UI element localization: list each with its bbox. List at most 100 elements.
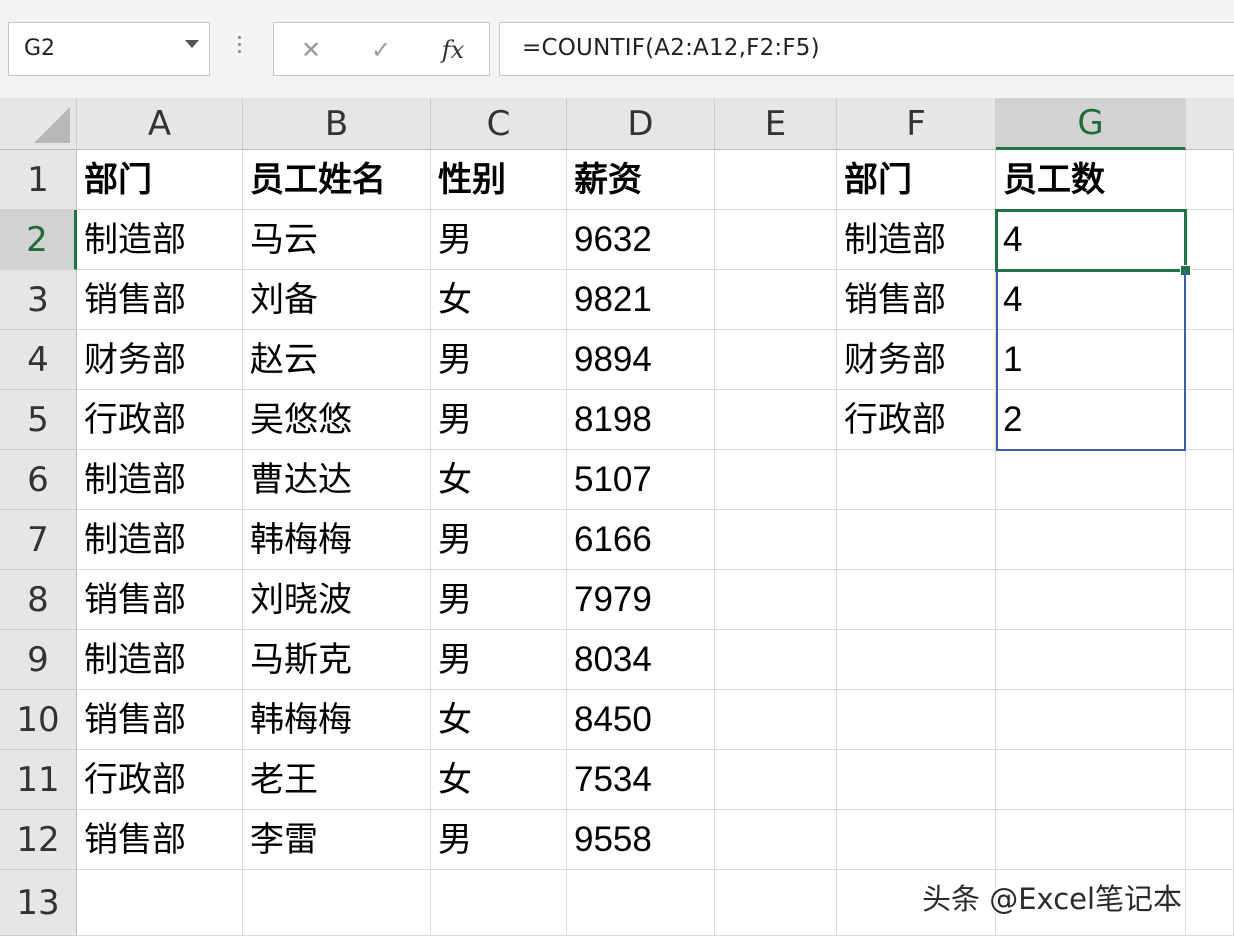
cell-e1[interactable] [715, 150, 837, 210]
cell-b13[interactable] [243, 870, 431, 936]
cell-g1[interactable]: 员工数 [996, 150, 1186, 210]
cell-h13[interactable] [1186, 870, 1234, 936]
cell-c8[interactable]: 男 [431, 570, 567, 630]
cell-d5[interactable]: 8198 [567, 390, 715, 450]
cell-h12[interactable] [1186, 810, 1234, 870]
cell-f6[interactable] [837, 450, 996, 510]
cell-e4[interactable] [715, 330, 837, 390]
cell-d1[interactable]: 薪资 [567, 150, 715, 210]
row-header-3[interactable]: 3 [0, 270, 77, 330]
cell-e7[interactable] [715, 510, 837, 570]
insert-function-icon[interactable]: fx [434, 31, 472, 69]
cell-h7[interactable] [1186, 510, 1234, 570]
row-header-11[interactable]: 11 [0, 750, 77, 810]
cell-h11[interactable] [1186, 750, 1234, 810]
cell-g9[interactable] [996, 630, 1186, 690]
row-header-12[interactable]: 12 [0, 810, 77, 870]
cell-d11[interactable]: 7534 [567, 750, 715, 810]
cell-g10[interactable] [996, 690, 1186, 750]
cell-g12[interactable] [996, 810, 1186, 870]
cell-c7[interactable]: 男 [431, 510, 567, 570]
cell-b1[interactable]: 员工姓名 [243, 150, 431, 210]
cell-h4[interactable] [1186, 330, 1234, 390]
row-header-13[interactable]: 13 [0, 870, 77, 936]
cell-a4[interactable]: 财务部 [77, 330, 243, 390]
cell-c12[interactable]: 男 [431, 810, 567, 870]
cell-b5[interactable]: 吴悠悠 [243, 390, 431, 450]
cell-d4[interactable]: 9894 [567, 330, 715, 390]
cell-d8[interactable]: 7979 [567, 570, 715, 630]
cell-e6[interactable] [715, 450, 837, 510]
cell-b7[interactable]: 韩梅梅 [243, 510, 431, 570]
cell-e3[interactable] [715, 270, 837, 330]
cell-e13[interactable] [715, 870, 837, 936]
cell-f1[interactable]: 部门 [837, 150, 996, 210]
cell-f10[interactable] [837, 690, 996, 750]
formula-input[interactable]: =COUNTIF(A2:A12,F2:F5) [499, 22, 1234, 76]
cell-a7[interactable]: 制造部 [77, 510, 243, 570]
select-all-button[interactable] [0, 98, 77, 150]
cell-c10[interactable]: 女 [431, 690, 567, 750]
cell-h1[interactable] [1186, 150, 1234, 210]
chevron-down-icon[interactable] [185, 40, 199, 48]
column-header-c[interactable]: C [431, 98, 567, 150]
row-header-2[interactable]: 2 [0, 210, 77, 270]
cell-b6[interactable]: 曹达达 [243, 450, 431, 510]
cell-a2[interactable]: 制造部 [77, 210, 243, 270]
cell-c11[interactable]: 女 [431, 750, 567, 810]
cell-b10[interactable]: 韩梅梅 [243, 690, 431, 750]
cell-f11[interactable] [837, 750, 996, 810]
cell-c6[interactable]: 女 [431, 450, 567, 510]
cell-b12[interactable]: 李雷 [243, 810, 431, 870]
cell-f2[interactable]: 制造部 [837, 210, 996, 270]
row-header-7[interactable]: 7 [0, 510, 77, 570]
column-header-blank[interactable] [1186, 98, 1234, 150]
cell-h8[interactable] [1186, 570, 1234, 630]
cell-d10[interactable]: 8450 [567, 690, 715, 750]
cell-a9[interactable]: 制造部 [77, 630, 243, 690]
cell-e2[interactable] [715, 210, 837, 270]
cell-b8[interactable]: 刘晓波 [243, 570, 431, 630]
cell-g6[interactable] [996, 450, 1186, 510]
cell-a1[interactable]: 部门 [77, 150, 243, 210]
cell-d13[interactable] [567, 870, 715, 936]
column-header-g[interactable]: G [996, 98, 1186, 150]
cell-d12[interactable]: 9558 [567, 810, 715, 870]
cell-h6[interactable] [1186, 450, 1234, 510]
cell-a10[interactable]: 销售部 [77, 690, 243, 750]
cell-a8[interactable]: 销售部 [77, 570, 243, 630]
cell-g11[interactable] [996, 750, 1186, 810]
cell-d9[interactable]: 8034 [567, 630, 715, 690]
cell-b11[interactable]: 老王 [243, 750, 431, 810]
column-header-a[interactable]: A [77, 98, 243, 150]
cell-e5[interactable] [715, 390, 837, 450]
cell-c9[interactable]: 男 [431, 630, 567, 690]
column-header-d[interactable]: D [567, 98, 715, 150]
cell-f3[interactable]: 销售部 [837, 270, 996, 330]
cell-c3[interactable]: 女 [431, 270, 567, 330]
cell-h3[interactable] [1186, 270, 1234, 330]
cell-h10[interactable] [1186, 690, 1234, 750]
cell-f8[interactable] [837, 570, 996, 630]
cell-d7[interactable]: 6166 [567, 510, 715, 570]
cell-e8[interactable] [715, 570, 837, 630]
cell-d6[interactable]: 5107 [567, 450, 715, 510]
cell-f4[interactable]: 财务部 [837, 330, 996, 390]
cell-b4[interactable]: 赵云 [243, 330, 431, 390]
cell-e12[interactable] [715, 810, 837, 870]
cell-g7[interactable] [996, 510, 1186, 570]
cell-e10[interactable] [715, 690, 837, 750]
cell-b3[interactable]: 刘备 [243, 270, 431, 330]
row-header-6[interactable]: 6 [0, 450, 77, 510]
cell-a6[interactable]: 制造部 [77, 450, 243, 510]
cell-h5[interactable] [1186, 390, 1234, 450]
cell-a3[interactable]: 销售部 [77, 270, 243, 330]
cell-b9[interactable]: 马斯克 [243, 630, 431, 690]
cell-a13[interactable] [77, 870, 243, 936]
cell-h9[interactable] [1186, 630, 1234, 690]
enter-icon[interactable]: ✓ [362, 31, 400, 69]
column-header-b[interactable]: B [243, 98, 431, 150]
cell-d2[interactable]: 9632 [567, 210, 715, 270]
cell-f7[interactable] [837, 510, 996, 570]
name-box[interactable]: G2 [8, 22, 210, 76]
